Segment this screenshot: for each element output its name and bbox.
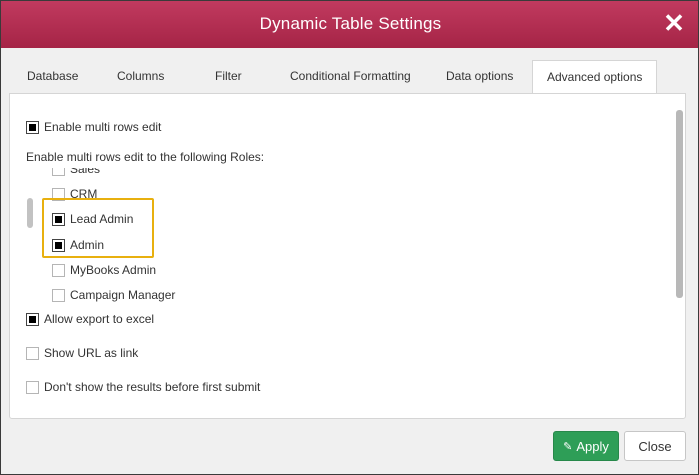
apply-button[interactable]: ✎ Apply <box>553 431 619 461</box>
panel-scrollbar[interactable] <box>676 110 683 298</box>
dialog-title: Dynamic Table Settings <box>259 14 442 33</box>
dont-show-results-checkbox[interactable] <box>26 380 39 394</box>
role-checkbox-mybooks-admin[interactable] <box>52 263 65 277</box>
role-item-mybooks-admin[interactable]: MyBooks Admin <box>52 260 156 280</box>
role-label-mybooks-admin: MyBooks Admin <box>70 263 157 277</box>
show-url-as-link-checkbox[interactable] <box>26 346 39 360</box>
role-label-crm: CRM <box>70 187 98 201</box>
tab-advanced-options[interactable]: Advanced options <box>532 60 658 95</box>
tab-columns[interactable]: Columns <box>117 69 164 83</box>
advanced-options-panel: Enable multi rows edit Enable multi rows… <box>9 93 686 419</box>
role-label-lead-admin: Lead Admin <box>70 212 134 226</box>
allow-export-excel-option[interactable]: Allow export to excel <box>26 310 154 328</box>
dont-show-results-label: Don't show the results before first subm… <box>44 380 261 394</box>
tab-conditional-formatting[interactable]: Conditional Formatting <box>290 69 411 83</box>
pencil-icon: ✎ <box>563 440 573 453</box>
tab-data-options[interactable]: Data options <box>446 69 513 83</box>
show-url-as-link-label: Show URL as link <box>44 346 139 360</box>
role-item-lead-admin[interactable]: Lead Admin <box>52 209 133 229</box>
close-icon[interactable]: ✕ <box>662 9 686 37</box>
tab-filter[interactable]: Filter <box>215 69 242 83</box>
settings-tabs: Database Columns Filter Conditional Form… <box>1 48 698 95</box>
role-label-campaign-manager: Campaign Manager <box>70 288 176 302</box>
show-url-as-link-option[interactable]: Show URL as link <box>26 344 138 362</box>
dynamic-table-settings-dialog: Dynamic Table Settings ✕ Database Column… <box>0 0 699 475</box>
enable-multi-rows-edit-label: Enable multi rows edit <box>44 120 162 134</box>
role-checkbox-sales[interactable] <box>52 168 65 176</box>
role-item-campaign-manager[interactable]: Campaign Manager <box>52 285 175 302</box>
role-item-sales[interactable]: Sales <box>52 168 100 179</box>
dont-show-results-option[interactable]: Don't show the results before first subm… <box>26 378 260 396</box>
role-item-admin[interactable]: Admin <box>52 235 104 255</box>
apply-button-label: Apply <box>576 438 609 454</box>
roles-list-scrollbar[interactable] <box>27 198 33 228</box>
role-checkbox-crm[interactable] <box>52 187 65 201</box>
roles-heading: Enable multi rows edit to the following … <box>26 150 265 164</box>
enable-multi-rows-edit-option[interactable]: Enable multi rows edit <box>26 118 161 136</box>
role-label-admin: Admin <box>70 238 105 252</box>
role-item-crm[interactable]: CRM <box>52 184 97 204</box>
role-label-sales: Sales <box>70 168 101 176</box>
enable-multi-rows-edit-checkbox[interactable] <box>26 120 39 134</box>
close-button[interactable]: Close <box>624 431 686 461</box>
tab-database[interactable]: Database <box>27 69 78 83</box>
roles-list[interactable]: Sales CRM Lead Admin Admin MyBooks Admin… <box>20 168 320 302</box>
role-checkbox-admin[interactable] <box>52 238 65 252</box>
dialog-titlebar: Dynamic Table Settings ✕ <box>1 1 698 48</box>
allow-export-excel-checkbox[interactable] <box>26 312 39 326</box>
close-button-label: Close <box>638 438 672 454</box>
role-checkbox-lead-admin[interactable] <box>52 212 65 226</box>
allow-export-excel-label: Allow export to excel <box>44 312 155 326</box>
role-checkbox-campaign-manager[interactable] <box>52 288 65 302</box>
